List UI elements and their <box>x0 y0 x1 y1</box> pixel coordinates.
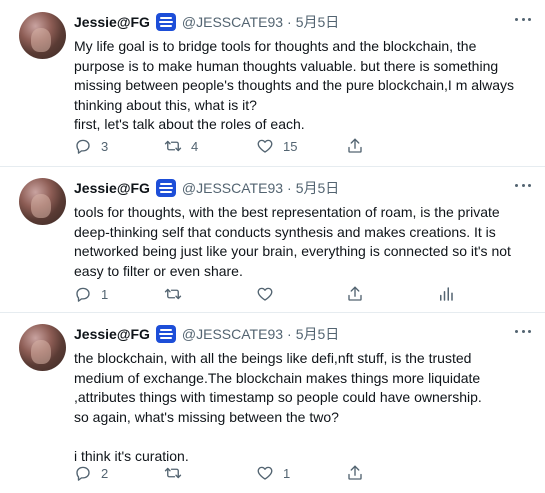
badge-icon <box>155 13 176 31</box>
retweet-icon <box>164 288 182 300</box>
stats-icon <box>440 287 453 301</box>
share-button[interactable] <box>346 136 364 156</box>
more-icon[interactable] <box>515 16 531 22</box>
retweet-button[interactable] <box>164 284 191 304</box>
heart-icon <box>257 139 273 153</box>
more-icon[interactable] <box>515 328 531 334</box>
more-icon[interactable] <box>515 182 531 188</box>
avatar[interactable] <box>19 324 66 371</box>
tweet-text: My life goal is to bridge tools for thou… <box>74 38 515 132</box>
tweet[interactable]: Jessie@FG @JESSCATE93 · 5月5日 My life goa… <box>0 0 545 167</box>
avatar[interactable] <box>19 12 66 59</box>
share-icon <box>348 286 362 301</box>
reply-count: 3 <box>101 138 109 154</box>
share-button[interactable] <box>346 463 364 483</box>
share-icon <box>348 465 362 480</box>
user-name[interactable]: Jessie@FG <box>74 14 150 30</box>
tweet-date[interactable]: 5月5日 <box>296 324 340 344</box>
badge-icon <box>155 179 176 197</box>
timeline: Jessie@FG @JESSCATE93 · 5月5日 My life goa… <box>0 0 545 493</box>
tweet[interactable]: Jessie@FG @JESSCATE93 · 5月5日 tools for t… <box>0 166 545 313</box>
user-handle[interactable]: @JESSCATE93 <box>182 14 283 30</box>
reply-icon <box>76 139 90 154</box>
badge-icon <box>155 325 176 343</box>
reply-icon <box>76 466 90 481</box>
like-count: 1 <box>283 465 291 481</box>
retweet-icon <box>164 140 182 152</box>
tweet-actions: 1 <box>74 284 534 304</box>
avatar[interactable] <box>19 178 66 225</box>
user-name[interactable]: Jessie@FG <box>74 326 150 342</box>
reply-icon <box>76 287 90 302</box>
tweet[interactable]: Jessie@FG @JESSCATE93 · 5月5日 the blockch… <box>0 312 545 493</box>
tweet-text: the blockchain, with all the beings like… <box>74 350 482 464</box>
share-icon <box>348 138 362 153</box>
share-button[interactable] <box>346 284 364 304</box>
tweet-date[interactable]: 5月5日 <box>296 178 340 198</box>
reply-count: 2 <box>101 465 109 481</box>
like-button[interactable]: 15 <box>256 136 297 156</box>
tweet-date[interactable]: 5月5日 <box>296 12 340 32</box>
tweet-actions: 3 4 15 <box>74 136 534 156</box>
tweet-header: Jessie@FG @JESSCATE93 · 5月5日 <box>74 12 339 32</box>
tweet-text: tools for thoughts, with the best repres… <box>74 204 511 279</box>
retweet-count: 4 <box>191 138 199 154</box>
stats-button[interactable] <box>437 284 455 304</box>
reply-button[interactable]: 2 <box>74 463 108 483</box>
like-count: 15 <box>283 138 298 154</box>
retweet-button[interactable] <box>164 463 191 483</box>
user-handle[interactable]: @JESSCATE93 <box>182 180 283 196</box>
heart-icon <box>257 466 273 480</box>
reply-button[interactable]: 3 <box>74 136 108 156</box>
tweet-header: Jessie@FG @JESSCATE93 · 5月5日 <box>74 324 339 344</box>
tweet-header: Jessie@FG @JESSCATE93 · 5月5日 <box>74 178 339 198</box>
separator: · <box>287 14 292 30</box>
separator: · <box>287 326 292 342</box>
retweet-button[interactable]: 4 <box>164 136 198 156</box>
user-handle[interactable]: @JESSCATE93 <box>182 326 283 342</box>
separator: · <box>287 180 292 196</box>
tweet-actions: 2 1 <box>74 463 534 483</box>
retweet-icon <box>164 467 182 479</box>
heart-icon <box>257 287 273 301</box>
reply-button[interactable]: 1 <box>74 284 108 304</box>
reply-count: 1 <box>101 286 109 302</box>
like-button[interactable]: 1 <box>256 463 290 483</box>
user-name[interactable]: Jessie@FG <box>74 180 150 196</box>
like-button[interactable] <box>256 284 283 304</box>
